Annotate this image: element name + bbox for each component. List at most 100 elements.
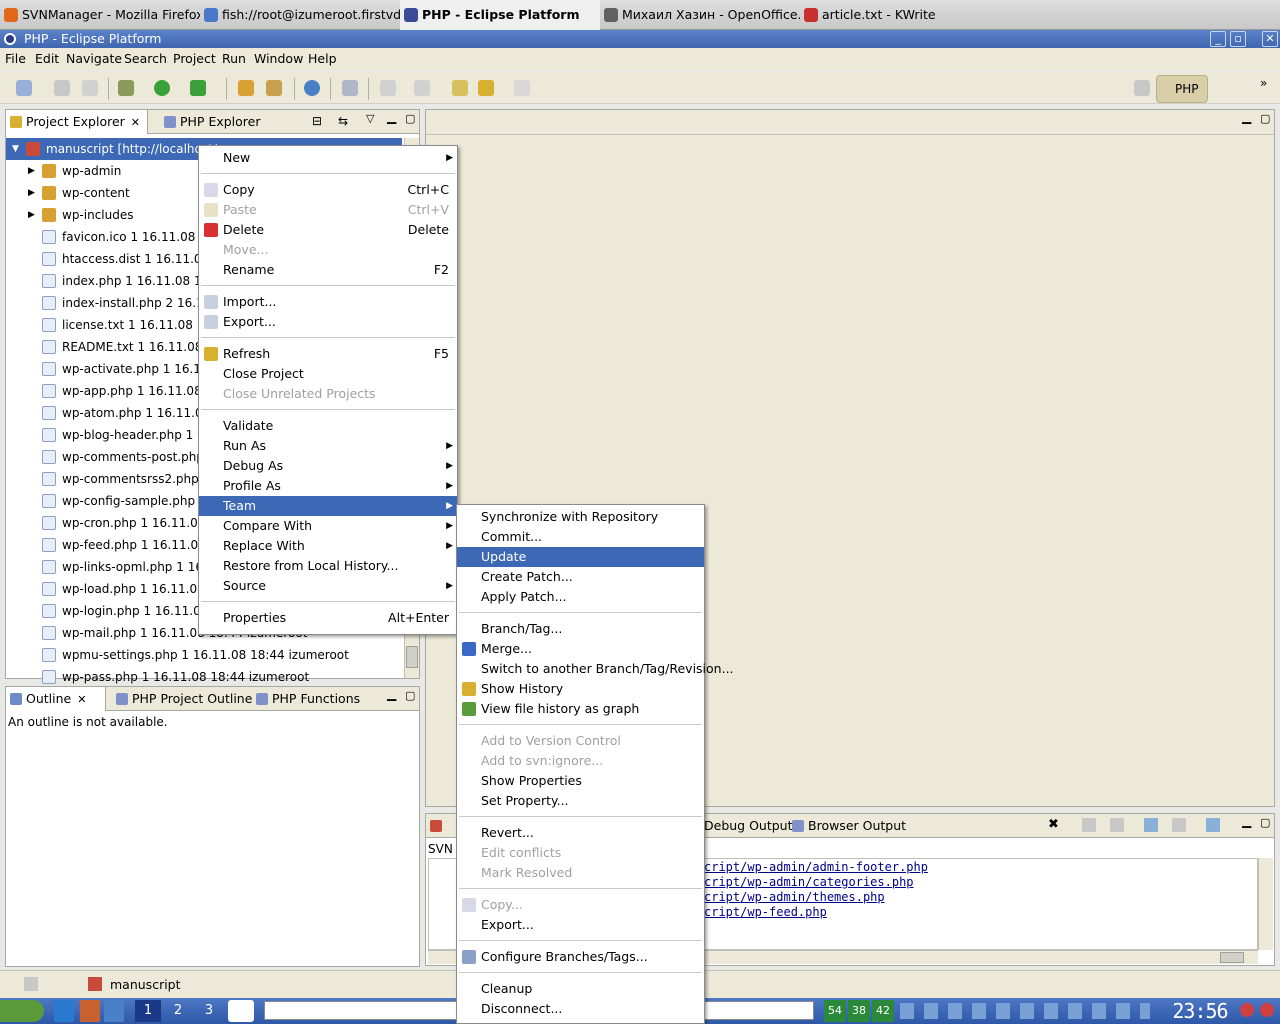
close-icon[interactable]: ✕ bbox=[131, 116, 140, 129]
php-perspective-button[interactable]: PHP bbox=[1156, 75, 1208, 103]
maximize-view-icon[interactable]: ▢ bbox=[1260, 816, 1270, 829]
menu-edit[interactable]: Edit bbox=[35, 51, 59, 66]
last-edit-icon[interactable] bbox=[452, 80, 468, 96]
new-wizard-icon[interactable] bbox=[16, 80, 32, 96]
menu-item-synchronize-with-repository[interactable]: Synchronize with Repository bbox=[457, 507, 704, 527]
menu-item-cleanup[interactable]: Cleanup bbox=[457, 979, 704, 999]
pin-console-icon[interactable] bbox=[1144, 818, 1158, 832]
task-2[interactable]: fish://root@izumeroot.firstvds.ru bbox=[200, 0, 400, 30]
maximize-view-icon[interactable]: ▢ bbox=[405, 689, 415, 702]
menu-item-properties[interactable]: Properties Alt+Enter bbox=[199, 608, 457, 628]
debug-icon[interactable] bbox=[118, 80, 134, 96]
task-icon[interactable] bbox=[342, 80, 358, 96]
tab-problems[interactable] bbox=[426, 814, 456, 838]
menu-item-source[interactable]: Source ▶ bbox=[199, 576, 457, 596]
remove-console-icon[interactable]: ✖ bbox=[1048, 817, 1059, 832]
menu-item-profile-as[interactable]: Profile As ▶ bbox=[199, 476, 457, 496]
scroll-lock-icon[interactable] bbox=[1110, 818, 1124, 832]
clear-console-icon[interactable] bbox=[1082, 818, 1096, 832]
console-link[interactable]: cript/wp-admin/themes.php bbox=[704, 890, 885, 904]
desktop-icon[interactable] bbox=[54, 1000, 74, 1022]
menu-file[interactable]: File bbox=[5, 51, 26, 66]
task-1[interactable]: SVNManager - Mozilla Firefox bbox=[0, 0, 200, 30]
menu-run[interactable]: Run bbox=[222, 51, 246, 66]
collapse-arrow-icon[interactable]: ▼ bbox=[12, 138, 19, 160]
desktop-2-button[interactable]: 2 bbox=[165, 1000, 191, 1022]
minimize-button[interactable]: _ bbox=[1210, 31, 1226, 47]
maximize-button[interactable]: ▫ bbox=[1230, 31, 1246, 47]
lock-icon[interactable] bbox=[1240, 1003, 1254, 1017]
tab-project-explorer[interactable]: Project Explorer ✕ bbox=[6, 110, 148, 134]
menu-item-disconnect[interactable]: Disconnect... bbox=[457, 999, 704, 1019]
menu-project[interactable]: Project bbox=[173, 51, 216, 66]
menu-item-create-patch[interactable]: Create Patch... bbox=[457, 567, 704, 587]
menu-item-validate[interactable]: Validate bbox=[199, 416, 457, 436]
console-link[interactable]: cript/wp-admin/categories.php bbox=[704, 875, 914, 889]
collapse-all-icon[interactable]: ⊟ bbox=[312, 114, 322, 128]
menu-item-copy[interactable]: Copy Ctrl+C bbox=[199, 180, 457, 200]
menu-item-new[interactable]: New ▶ bbox=[199, 148, 457, 168]
menu-item-switch-to-another-branch-tag-revision[interactable]: Switch to another Branch/Tag/Revision... bbox=[457, 659, 734, 679]
logout-icon[interactable] bbox=[1260, 1003, 1274, 1017]
console-scrollbar[interactable] bbox=[1258, 858, 1273, 950]
tab-php-project-outline[interactable]: PHP Project Outline bbox=[112, 687, 252, 711]
eclipse-window-icon[interactable] bbox=[228, 1000, 254, 1022]
prev-annotation-icon[interactable] bbox=[414, 80, 430, 96]
minimize-view-icon[interactable]: ▁ bbox=[1242, 110, 1251, 124]
menu-item-revert[interactable]: Revert... bbox=[457, 823, 704, 843]
menu-item-run-as[interactable]: Run As ▶ bbox=[199, 436, 457, 456]
tab-outline[interactable]: Outline ✕ bbox=[6, 687, 106, 711]
menu-item-rename[interactable]: Rename F2 bbox=[199, 260, 457, 280]
minimize-view-icon[interactable]: ▁ bbox=[387, 110, 396, 124]
maximize-view-icon[interactable]: ▢ bbox=[1260, 112, 1270, 125]
forward-icon[interactable] bbox=[514, 80, 530, 96]
menu-item-update[interactable]: Update bbox=[457, 547, 704, 567]
menu-item-branch-tag[interactable]: Branch/Tag... bbox=[457, 619, 704, 639]
console-link[interactable]: cript/wp-feed.php bbox=[704, 905, 827, 919]
next-annotation-icon[interactable] bbox=[380, 80, 396, 96]
maximize-view-icon[interactable]: ▢ bbox=[405, 112, 415, 125]
menu-item-apply-patch[interactable]: Apply Patch... bbox=[457, 587, 704, 607]
task-5[interactable]: article.txt - KWrite bbox=[800, 0, 1000, 30]
back-icon[interactable] bbox=[478, 80, 494, 96]
run-icon[interactable] bbox=[154, 80, 170, 96]
menu-item-import[interactable]: Import... bbox=[199, 292, 457, 312]
menu-window[interactable]: Window bbox=[254, 51, 303, 66]
scrollbar-thumb[interactable] bbox=[406, 646, 418, 668]
open-type-icon[interactable] bbox=[238, 80, 254, 96]
menu-item-export[interactable]: Export... bbox=[457, 915, 704, 935]
menu-item-merge[interactable]: Merge... bbox=[457, 639, 704, 659]
menu-item-restore-from-local-history[interactable]: Restore from Local History... bbox=[199, 556, 457, 576]
minimize-view-icon[interactable]: ▁ bbox=[1242, 814, 1251, 828]
external-tools-icon[interactable] bbox=[190, 80, 206, 96]
open-perspective-icon[interactable] bbox=[1134, 80, 1150, 96]
menu-item-view-file-history-as-graph[interactable]: View file history as graph bbox=[457, 699, 704, 719]
save-icon[interactable] bbox=[54, 80, 70, 96]
more-perspectives-icon[interactable]: » bbox=[1260, 76, 1267, 90]
expand-arrow-icon[interactable]: ▶ bbox=[28, 204, 35, 226]
tree-file[interactable]: wp-pass.php 1 16.11.08 18:44 izumeroot bbox=[6, 666, 402, 688]
menu-item-refresh[interactable]: Refresh F5 bbox=[199, 344, 457, 364]
tab-php-functions[interactable]: PHP Functions bbox=[252, 687, 362, 711]
open-console-icon[interactable] bbox=[1206, 818, 1220, 832]
menu-item-replace-with[interactable]: Replace With ▶ bbox=[199, 536, 457, 556]
menu-item-delete[interactable]: Delete Delete bbox=[199, 220, 457, 240]
display-console-icon[interactable] bbox=[1172, 818, 1186, 832]
menu-item-debug-as[interactable]: Debug As ▶ bbox=[199, 456, 457, 476]
task-3[interactable]: PHP - Eclipse Platform bbox=[400, 0, 600, 30]
view-menu-icon[interactable]: ▽ bbox=[366, 112, 374, 125]
home-icon[interactable] bbox=[80, 1000, 100, 1022]
browser-icon[interactable] bbox=[304, 80, 320, 96]
tab-browser-output[interactable]: Browser Output bbox=[788, 814, 906, 838]
menu-item-show-history[interactable]: Show History bbox=[457, 679, 704, 699]
menu-navigate[interactable]: Navigate bbox=[66, 51, 122, 66]
menu-item-set-property[interactable]: Set Property... bbox=[457, 791, 704, 811]
print-icon[interactable] bbox=[82, 80, 98, 96]
menu-item-close-project[interactable]: Close Project bbox=[199, 364, 457, 384]
desktop-3-button[interactable]: 3 bbox=[196, 1000, 222, 1022]
kmenu-button[interactable] bbox=[0, 1000, 44, 1022]
menu-item-commit[interactable]: Commit... bbox=[457, 527, 704, 547]
close-icon[interactable]: ✕ bbox=[77, 693, 86, 706]
expand-arrow-icon[interactable]: ▶ bbox=[28, 160, 35, 182]
menu-item-compare-with[interactable]: Compare With ▶ bbox=[199, 516, 457, 536]
